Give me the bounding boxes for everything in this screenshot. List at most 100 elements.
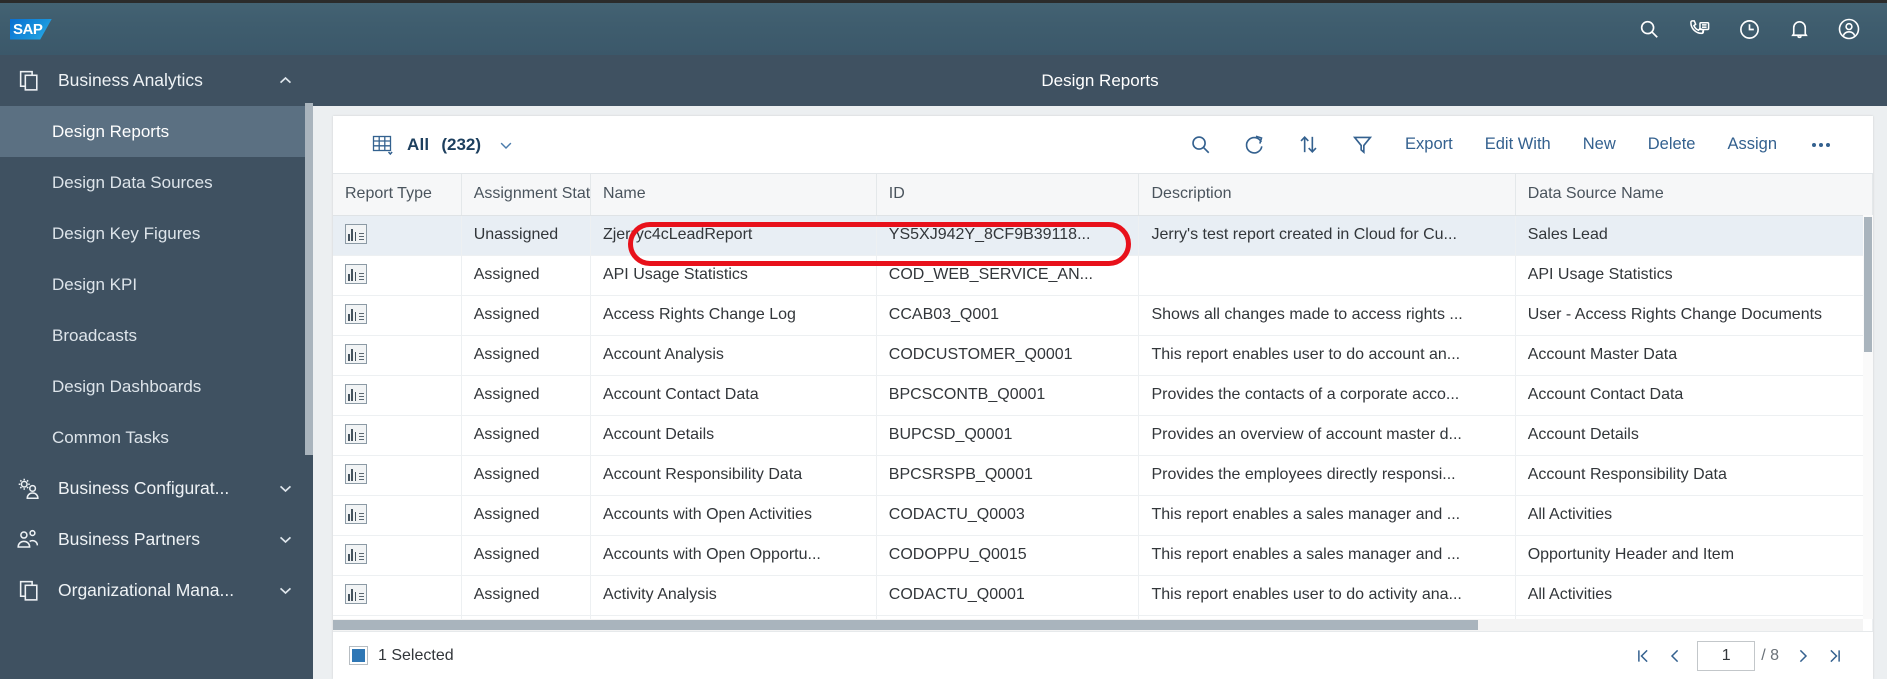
cell-name[interactable]: Account Details bbox=[590, 415, 877, 456]
cell-description: This report enables user to do activity … bbox=[1138, 575, 1516, 616]
chevron-down-icon[interactable] bbox=[275, 531, 295, 548]
cell-report-type bbox=[333, 415, 462, 456]
report-chart-icon bbox=[345, 224, 367, 244]
column-header-description[interactable]: Description bbox=[1138, 174, 1516, 216]
sidebar-item-design-dashboards[interactable]: Design Dashboards bbox=[0, 361, 313, 412]
table-row[interactable]: Assigned Accounts with Open Activities COD… bbox=[333, 495, 1873, 536]
cell-id[interactable]: CODCUSTOMER_Q0001 bbox=[876, 335, 1140, 376]
new-button[interactable]: New bbox=[1567, 135, 1632, 154]
column-header-report-type[interactable]: Report Type bbox=[333, 174, 462, 216]
search-icon[interactable] bbox=[1173, 125, 1227, 165]
cell-name[interactable]: Account Responsibility Data bbox=[590, 455, 877, 496]
selected-checkbox-icon[interactable] bbox=[349, 646, 368, 665]
page-number-input[interactable] bbox=[1697, 640, 1756, 671]
table-row[interactable]: Assigned Account Contact Data BPCSCONTB_Q0… bbox=[333, 375, 1873, 416]
delete-button[interactable]: Delete bbox=[1632, 135, 1712, 154]
user-avatar-icon[interactable] bbox=[1837, 17, 1861, 41]
cell-id[interactable]: CCAB03_Q001 bbox=[876, 295, 1140, 336]
sidebar-item-common-tasks[interactable]: Common Tasks bbox=[0, 412, 313, 463]
go-first-icon[interactable] bbox=[1627, 640, 1659, 672]
filter-icon[interactable] bbox=[1335, 125, 1389, 165]
shell-bar: SAP bbox=[0, 0, 1887, 55]
view-selector-label: All bbox=[407, 134, 430, 154]
cell-description: This report enables user to do account a… bbox=[1138, 335, 1516, 376]
cell-assignment-status: Assigned bbox=[461, 495, 591, 536]
sidebar-item-broadcasts[interactable]: Broadcasts bbox=[0, 310, 313, 361]
app-body: Business Analytics Design Reports Design… bbox=[0, 55, 1887, 679]
go-previous-icon[interactable] bbox=[1659, 640, 1691, 672]
selected-count-label: 1 Selected bbox=[378, 646, 454, 664]
sidebar-group-organizational-management[interactable]: Organizational Mana... bbox=[0, 565, 313, 616]
cell-data-source-name: API Usage Statistics bbox=[1515, 255, 1873, 296]
chevron-up-icon[interactable] bbox=[275, 72, 295, 89]
cell-name[interactable]: Zjerryc4cLeadReport bbox=[590, 215, 877, 256]
sidebar-item-design-key-figures[interactable]: Design Key Figures bbox=[0, 208, 313, 259]
cell-assignment-status: Assigned bbox=[461, 455, 591, 496]
sidebar-group-business-analytics[interactable]: Business Analytics bbox=[0, 55, 313, 106]
phone-chat-icon[interactable] bbox=[1687, 17, 1711, 41]
sort-icon[interactable] bbox=[1281, 125, 1335, 165]
sidebar-item-design-data-sources[interactable]: Design Data Sources bbox=[0, 157, 313, 208]
cell-name[interactable]: Account Analysis bbox=[590, 335, 877, 376]
chevron-down-icon[interactable] bbox=[497, 136, 515, 154]
column-header-name[interactable]: Name bbox=[590, 174, 877, 216]
column-header-id[interactable]: ID bbox=[876, 174, 1140, 216]
cell-name[interactable]: Activity Analysis bbox=[590, 575, 877, 616]
cell-id[interactable]: CODACTU_Q0001 bbox=[876, 575, 1140, 616]
search-icon[interactable] bbox=[1637, 17, 1661, 41]
column-header-assignment-status[interactable]: Assignment Stat bbox=[461, 174, 591, 216]
clock-history-icon[interactable] bbox=[1737, 17, 1761, 41]
sidebar-group-business-configuration[interactable]: Business Configurat... bbox=[0, 463, 313, 514]
table-row[interactable]: Assigned Account Responsibility Data BPCSR… bbox=[333, 455, 1873, 496]
overflow-menu-icon[interactable] bbox=[1793, 142, 1849, 147]
table-horizontal-scrollbar[interactable] bbox=[333, 619, 1863, 631]
cell-id[interactable]: YS5XJ942Y_8CF9B39118... bbox=[876, 215, 1140, 256]
table-row[interactable]: Assigned Account Details BUPCSD_Q0001 Provi… bbox=[333, 415, 1873, 456]
cell-id[interactable]: COD_WEB_SERVICE_AN... bbox=[876, 255, 1140, 296]
cell-description: Provides an overview of account master d… bbox=[1138, 415, 1516, 456]
cell-name[interactable]: Accounts with Open Opportu... bbox=[590, 535, 877, 576]
cell-name[interactable]: API Usage Statistics bbox=[590, 255, 877, 296]
cell-id[interactable]: CODACTU_Q0003 bbox=[876, 495, 1140, 536]
cell-id[interactable]: BPCSCONTB_Q0001 bbox=[876, 375, 1140, 416]
sap-logo[interactable]: SAP bbox=[10, 18, 58, 40]
table-row[interactable]: Unassigned Zjerryc4cLeadReport YS5XJ942Y_8… bbox=[333, 215, 1873, 256]
refresh-icon[interactable] bbox=[1227, 125, 1281, 165]
sidebar-group-business-partners[interactable]: Business Partners bbox=[0, 514, 313, 565]
cell-id[interactable]: BUPCSD_Q0001 bbox=[876, 415, 1140, 456]
sidebar-item-label: Design Key Figures bbox=[52, 223, 201, 243]
chevron-down-icon[interactable] bbox=[275, 480, 295, 497]
cell-id[interactable]: BPCSRSPB_Q0001 bbox=[876, 455, 1140, 496]
sidebar-item-label: Design KPI bbox=[52, 274, 138, 294]
cell-id[interactable]: CODOPPU_Q0015 bbox=[876, 535, 1140, 576]
view-selector[interactable]: All (232) bbox=[351, 133, 515, 157]
assign-button[interactable]: Assign bbox=[1711, 135, 1793, 154]
column-header-data-source-name[interactable]: Data Source Name bbox=[1515, 174, 1873, 216]
report-chart-icon bbox=[345, 304, 367, 324]
go-next-icon[interactable] bbox=[1787, 640, 1819, 672]
go-last-icon[interactable] bbox=[1819, 640, 1851, 672]
table-row[interactable]: Assigned API Usage Statistics COD_WEB_SERV… bbox=[333, 255, 1873, 296]
export-button[interactable]: Export bbox=[1389, 135, 1469, 154]
table-vertical-scrollbar[interactable] bbox=[1863, 215, 1873, 619]
cell-description: This report enables a sales manager and … bbox=[1138, 495, 1516, 536]
sidebar-item-design-reports[interactable]: Design Reports bbox=[0, 106, 313, 157]
scrollbar-thumb[interactable] bbox=[333, 620, 1478, 630]
cell-report-type bbox=[333, 375, 462, 416]
cell-name[interactable]: Account Contact Data bbox=[590, 375, 877, 416]
cell-name[interactable]: Access Rights Change Log bbox=[590, 295, 877, 336]
pagination: / 8 bbox=[1627, 640, 1851, 672]
table-row[interactable]: Assigned Account Analysis CODCUSTOMER_Q000… bbox=[333, 335, 1873, 376]
page-title-bar: Design Reports bbox=[313, 55, 1887, 106]
table-row[interactable]: Assigned Activity Analysis CODACTU_Q0001 Th… bbox=[333, 575, 1873, 616]
cell-name[interactable]: Accounts with Open Activities bbox=[590, 495, 877, 536]
scrollbar-thumb[interactable] bbox=[1864, 217, 1872, 352]
table-row[interactable]: Assigned Accounts with Open Opportu... COD… bbox=[333, 535, 1873, 576]
cell-assignment-status: Assigned bbox=[461, 415, 591, 456]
table-row[interactable]: Assigned Access Rights Change Log CCAB03_Q… bbox=[333, 295, 1873, 336]
chevron-down-icon[interactable] bbox=[275, 582, 295, 599]
edit-with-button[interactable]: Edit With bbox=[1469, 135, 1567, 154]
sidebar-scrollbar[interactable] bbox=[305, 103, 313, 455]
bell-notification-icon[interactable] bbox=[1787, 17, 1811, 41]
sidebar-item-design-kpi[interactable]: Design KPI bbox=[0, 259, 313, 310]
